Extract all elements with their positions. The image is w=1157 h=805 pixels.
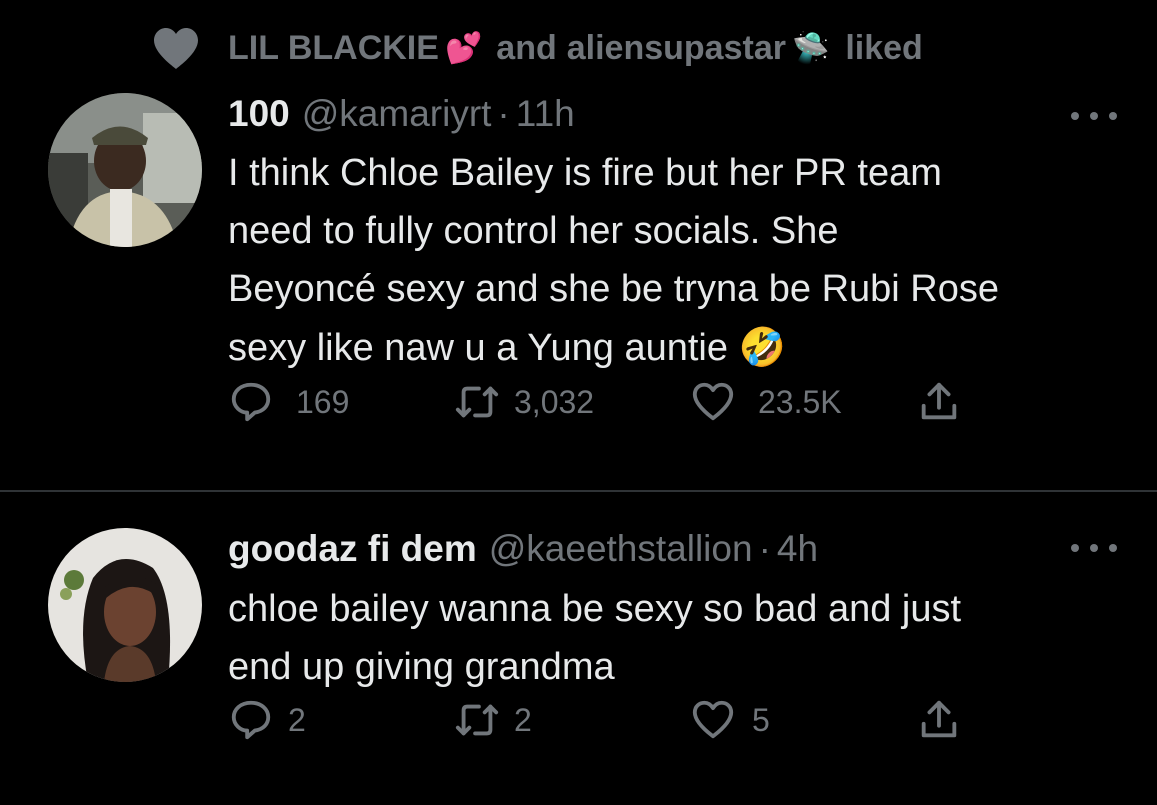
reply-count: 2 <box>288 701 306 738</box>
share-icon <box>921 382 957 420</box>
reply-count: 169 <box>296 383 350 420</box>
like-count: 5 <box>752 701 770 738</box>
tweet[interactable]: goodaz fi dem @kaeethstallion · 4h chloe… <box>0 492 1157 805</box>
tweet-text-line: sexy like naw u a Yung auntie <box>228 327 739 369</box>
retweet-icon <box>455 386 499 418</box>
rofl-emoji: 🤣 <box>738 325 786 369</box>
tweet-text-line: need to fully control her socials. She <box>228 210 839 252</box>
user-handle[interactable]: @kamariyrt <box>302 93 492 135</box>
like-button[interactable]: 5 <box>690 697 770 743</box>
like-button[interactable]: 23.5K <box>690 379 842 425</box>
reply-icon <box>231 700 271 740</box>
retweet-button[interactable]: 3,032 <box>454 379 594 425</box>
tweet-text-line: end up giving grandma <box>228 646 615 688</box>
like-count: 23.5K <box>758 383 842 420</box>
display-name[interactable]: goodaz fi dem <box>228 528 477 570</box>
like-icon <box>692 700 734 739</box>
separator: · <box>758 528 771 569</box>
tweet-header: goodaz fi dem @kaeethstallion · 4h <box>228 528 818 570</box>
share-icon <box>921 700 957 738</box>
more-icon[interactable] <box>1071 544 1117 558</box>
reply-icon <box>231 382 271 422</box>
timestamp[interactable]: 4h <box>777 528 818 570</box>
tweet[interactable]: 100 @kamariyrt · 11h I think Chloe Baile… <box>0 0 1157 490</box>
tweet-text: chloe bailey wanna be sexy so bad and ju… <box>228 580 1133 696</box>
timestamp[interactable]: 11h <box>516 93 575 135</box>
avatar[interactable] <box>48 93 202 247</box>
retweet-count: 3,032 <box>514 383 595 420</box>
tweet-text-line: I think Chloe Bailey is fire but her PR … <box>228 152 942 194</box>
reply-button[interactable]: 169 <box>228 379 349 425</box>
like-icon <box>692 382 734 421</box>
avatar[interactable] <box>48 528 202 682</box>
tweet-text-line: chloe bailey wanna be sexy so bad and ju… <box>228 588 962 630</box>
tweet-header: 100 @kamariyrt · 11h <box>228 93 575 135</box>
separator: · <box>497 93 510 134</box>
retweet-count: 2 <box>514 701 532 738</box>
reply-button[interactable]: 2 <box>228 697 306 743</box>
share-button[interactable] <box>916 379 962 425</box>
user-handle[interactable]: @kaeethstallion <box>489 528 753 570</box>
tweet-text: I think Chloe Bailey is fire but her PR … <box>228 144 1133 377</box>
retweet-button[interactable]: 2 <box>454 697 532 743</box>
display-name[interactable]: 100 <box>228 93 290 135</box>
tweet-text-line: Beyoncé sexy and she be tryna be Rubi Ro… <box>228 268 1000 310</box>
more-icon[interactable] <box>1071 112 1117 126</box>
retweet-icon <box>455 704 499 736</box>
share-button[interactable] <box>916 697 962 743</box>
